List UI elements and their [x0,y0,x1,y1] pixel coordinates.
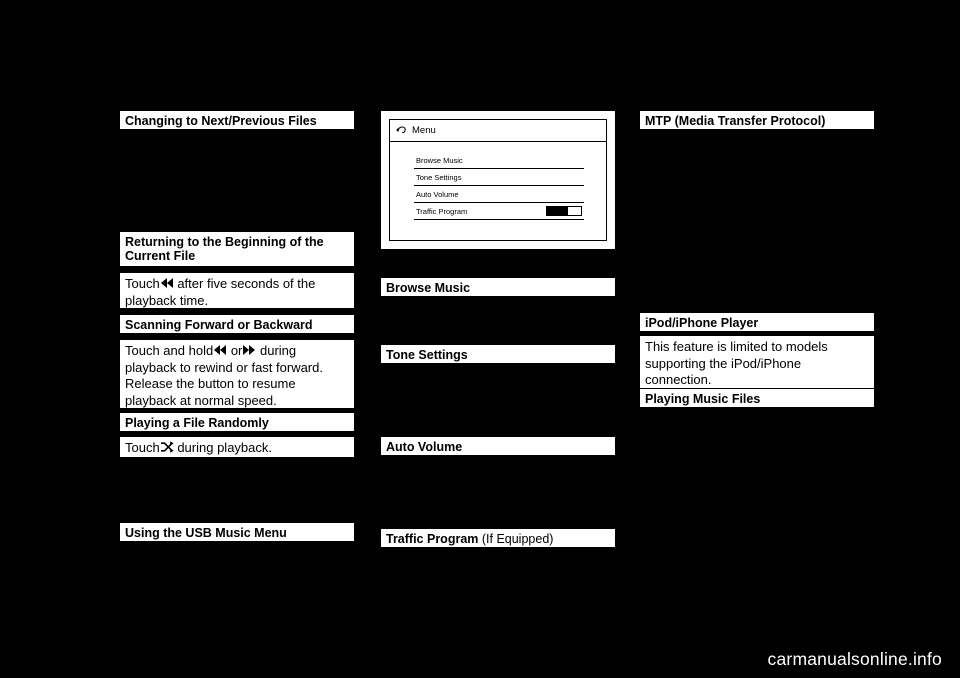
document-page: Changing to Next/Previous Files Returnin… [0,0,960,678]
body-text-middle: or [230,343,243,358]
heading-tone-settings: Tone Settings [380,344,616,364]
body-text-after: during playback. [177,440,272,455]
heading-label: Returning to the Beginning of the Curren… [125,235,324,263]
radio-screen-inner: Menu Browse Music Tone Settings Auto Vol… [389,119,607,241]
body-scanning-forward-backward: Touch and hold or during playback to rew… [119,339,355,409]
heading-changing-next-previous-files: Changing to Next/Previous Files [119,110,355,130]
body-text-before: Touch [125,276,160,291]
heading-ipod-iphone-player: iPod/iPhone Player [639,312,875,332]
fast-forward-icon [242,343,256,357]
body-ipod-iphone-player: This feature is limited to models suppor… [639,335,875,389]
traffic-program-toggle[interactable] [546,205,582,216]
menu-item-tone-settings[interactable]: Tone Settings [414,169,584,186]
menu-item-traffic-program[interactable]: Traffic Program [414,203,584,220]
menu-item-browse-music[interactable]: Browse Music [414,152,584,169]
rewind-icon [213,343,227,357]
menu-item-label: Browse Music [416,155,463,165]
heading-playing-file-randomly: Playing a File Randomly [119,412,355,432]
heading-label: Auto Volume [386,440,463,454]
heading-label: Using the USB Music Menu [125,526,287,540]
body-playing-file-randomly: Touch during playback. [119,436,355,458]
heading-using-usb-music-menu: Using the USB Music Menu [119,522,355,542]
heading-sublabel: (If Equipped) [478,532,554,546]
watermark-text: carmanualsonline.info [767,649,942,669]
menu-item-label: Traffic Program [416,206,468,216]
heading-browse-music: Browse Music [380,277,616,297]
body-returning-beginning-current-file: Touch after five seconds of the playback… [119,272,355,309]
body-text: This feature is limited to models suppor… [645,339,828,387]
radio-menu-list: Browse Music Tone Settings Auto Volume T… [414,152,584,220]
back-arrow-icon[interactable] [396,125,407,136]
rewind-icon [160,276,174,290]
menu-item-label: Tone Settings [416,172,462,182]
heading-mtp-media-transfer-protocol: MTP (Media Transfer Protocol) [639,110,875,130]
shuffle-icon [160,440,174,454]
menu-item-auto-volume[interactable]: Auto Volume [414,186,584,203]
heading-label: Changing to Next/Previous Files [125,114,317,128]
heading-label: Playing a File Randomly [125,416,269,430]
heading-label: Scanning Forward or Backward [125,318,313,332]
heading-scanning-forward-backward: Scanning Forward or Backward [119,314,355,334]
radio-screen-title: Menu [412,125,436,136]
heading-label: Traffic Program [386,532,479,546]
heading-returning-beginning-current-file: Returning to the Beginning of the Curren… [119,231,355,267]
heading-auto-volume: Auto Volume [380,436,616,456]
heading-label: MTP (Media Transfer Protocol) [645,114,826,128]
heading-label: Playing Music Files [645,392,761,406]
heading-playing-music-files: Playing Music Files [639,388,875,408]
watermark: carmanualsonline.info [768,649,942,670]
body-text-before: Touch [125,440,160,455]
heading-label: Tone Settings [386,348,468,362]
body-text-before: Touch and hold [125,343,214,358]
radio-screen-titlebar: Menu [390,120,606,142]
menu-item-label: Auto Volume [416,189,459,199]
heading-label: Browse Music [386,281,471,295]
heading-traffic-program: Traffic Program (If Equipped) [380,528,616,548]
toggle-knob [547,206,568,215]
heading-label: iPod/iPhone Player [645,316,759,330]
radio-menu-screen-graphic: Menu Browse Music Tone Settings Auto Vol… [380,110,616,250]
